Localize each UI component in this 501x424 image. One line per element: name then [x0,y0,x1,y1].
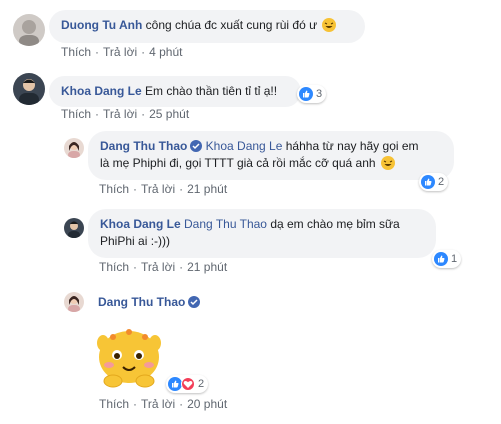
comment-author-line: Dang Thu Thao [98,294,201,311]
comment-actions: Thích · Trả lời · 4 phút [61,45,183,59]
reaction-count[interactable]: 3 [297,85,327,103]
avatar[interactable] [64,292,84,312]
comment-bubble: Khoa Dang Le Em chào thần tiên tỉ tỉ ạ!! [49,76,301,107]
comment-line-1: Khoa Dang Le Dang Thu Thao dạ em chào mẹ… [100,216,424,233]
reply-link[interactable]: Trả lời [103,45,137,59]
like-reaction-icon [421,175,435,189]
reaction-number: 1 [451,253,458,265]
laughing-emoji-icon [322,18,337,32]
timestamp[interactable]: 25 phút [149,107,189,121]
comment-bubble: Khoa Dang Le Dang Thu Thao dạ em chào mẹ… [88,209,436,258]
reply-link[interactable]: Trả lời [141,182,175,196]
avatar[interactable] [64,138,84,158]
reaction-count[interactable]: 1 [432,250,462,268]
laughing-emoji-icon [380,156,395,170]
like-link[interactable]: Thích [99,397,129,411]
reaction-number: 3 [316,88,323,100]
comment-bubble: Duong Tu Anh công chúa đc xuất cung rùi … [49,10,365,43]
comment-actions: Thích · Trả lời · 25 phút [61,107,190,121]
mentioned-user[interactable]: Khoa Dang Le [206,139,283,153]
reaction-number: 2 [198,378,205,390]
verified-badge-icon [188,296,201,308]
timestamp[interactable]: 21 phút [187,260,227,274]
like-reaction-icon [168,377,182,391]
comment-bubble: Dang Thu Thao Khoa Dang Le háhha từ nay … [88,131,454,180]
mentioned-user[interactable]: Dang Thu Thao [184,217,267,231]
love-reaction-icon [181,377,195,391]
comment-author[interactable]: Dang Thu Thao [100,139,187,153]
comment-author[interactable]: Khoa Dang Le [61,84,142,98]
avatar[interactable] [13,14,45,46]
like-link[interactable]: Thích [61,45,91,59]
timestamp[interactable]: 4 phút [149,45,182,59]
like-reaction-icon [299,87,313,101]
comment-text: là mẹ Phiphi đi, gọi TTTT già cả rồi mắc… [100,156,376,170]
comment-author[interactable]: Dang Thu Thao [98,295,185,309]
comment-author[interactable]: Khoa Dang Le [100,217,181,231]
reply-link[interactable]: Trả lời [141,397,175,411]
comment-actions: Thích · Trả lời · 20 phút [99,397,228,411]
timestamp[interactable]: 21 phút [187,182,227,196]
comment-line-1: Dang Thu Thao Khoa Dang Le háhha từ nay … [100,138,442,155]
like-link[interactable]: Thích [61,107,91,121]
comment-actions: Thích · Trả lời · 21 phút [99,182,228,196]
like-reaction-icon [434,252,448,266]
comment-text: háhha từ nay hãy gọi em [285,139,419,153]
timestamp[interactable]: 20 phút [187,397,227,411]
comment-line-2: PhiPhi ai :-))) [100,233,424,250]
avatar[interactable] [13,73,45,105]
comment-line-2: là mẹ Phiphi đi, gọi TTTT già cả rồi mắc… [100,155,442,172]
sticker-icon[interactable] [93,323,165,389]
reply-link[interactable]: Trả lời [103,107,137,121]
comment-text: Em chào thần tiên tỉ tỉ ạ!! [145,84,278,98]
comment-text: PhiPhi ai :-))) [100,234,171,248]
comment-actions: Thích · Trả lời · 21 phút [99,260,228,274]
comment-text: công chúa đc xuất cung rùi đó ư [145,18,318,32]
verified-badge-icon [190,140,203,152]
reply-link[interactable]: Trả lời [141,260,175,274]
avatar[interactable] [64,218,84,238]
like-link[interactable]: Thích [99,260,129,274]
reaction-count[interactable]: 2 [166,375,209,393]
comment-author[interactable]: Duong Tu Anh [61,18,142,32]
reaction-count[interactable]: 2 [419,173,449,191]
like-link[interactable]: Thích [99,182,129,196]
comment-text: dạ em chào mẹ bỉm sữa [270,217,400,231]
reaction-number: 2 [438,176,445,188]
